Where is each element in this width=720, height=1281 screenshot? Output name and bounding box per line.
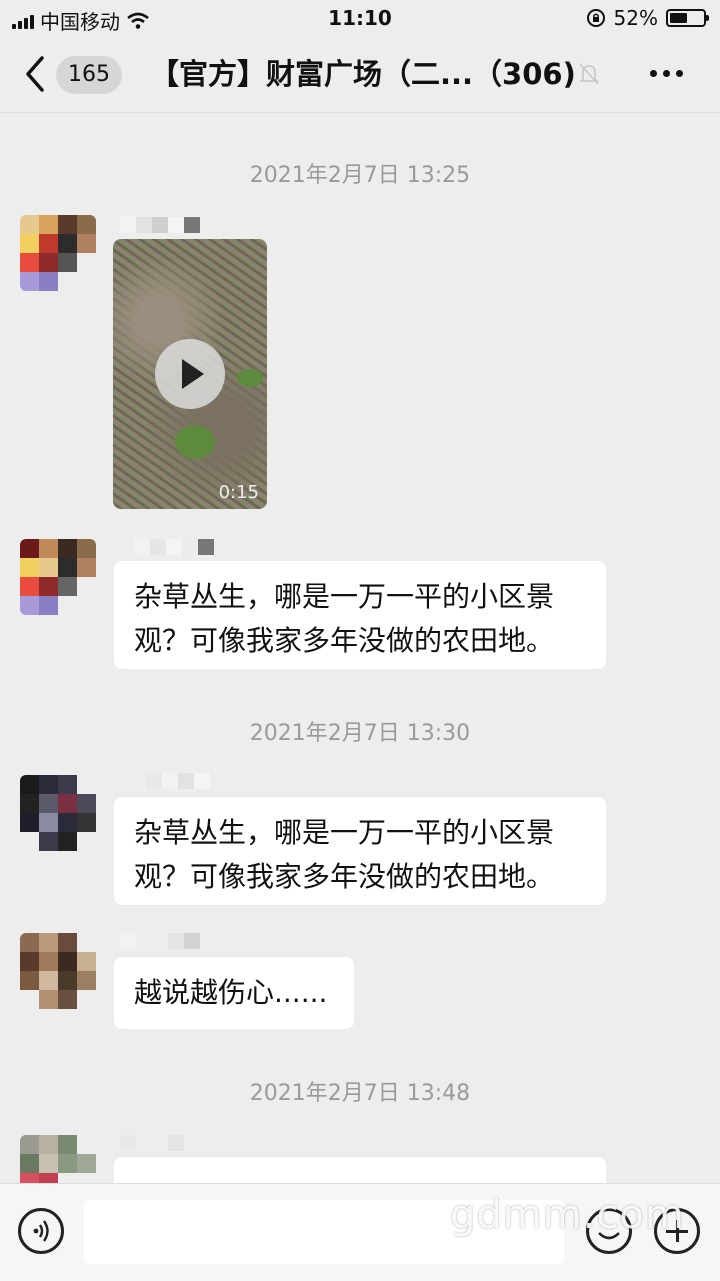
back-arrow-icon[interactable] — [20, 52, 60, 96]
more-options-icon[interactable] — [650, 70, 683, 77]
message-bubble[interactable]: 杂草丛生，哪是一万一平的小区景观？可像我家多年没做的农田地。 — [114, 797, 606, 905]
play-icon[interactable] — [155, 339, 225, 409]
sender-name-redacted — [134, 539, 214, 557]
message-bubble[interactable]: 越说越伤心...... — [114, 957, 354, 1029]
status-bar: 中国移动 11:10 52% — [0, 0, 720, 36]
sender-name-redacted — [120, 1135, 184, 1153]
battery-fill — [670, 13, 687, 23]
chat-header: 165 【官方】财富广场（二...（306) — [0, 36, 720, 113]
avatar[interactable] — [20, 539, 96, 615]
avatar[interactable] — [20, 1135, 96, 1183]
voice-input-icon[interactable] — [18, 1208, 64, 1254]
chat-title: 【官方】财富广场（二...（306) — [150, 57, 576, 91]
message-timestamp: 2021年2月7日 13:48 — [249, 1081, 471, 1106]
message-bubble[interactable]: 杂草丛生，哪是一万一平的小区景观？可像我家多年没做的农田地。 — [114, 561, 606, 669]
sender-name-redacted — [120, 933, 200, 951]
weed-image — [175, 425, 215, 459]
status-right: 52% — [586, 6, 709, 30]
voice-waves — [33, 1220, 49, 1242]
orientation-lock-icon — [586, 9, 605, 27]
battery-icon — [666, 9, 709, 27]
video-message[interactable]: 0:15 — [113, 239, 267, 509]
message-bubble-partial[interactable] — [114, 1157, 606, 1183]
sender-name-redacted — [146, 773, 210, 791]
muted-bell-icon — [579, 63, 599, 85]
message-timestamp: 2021年2月7日 13:30 — [249, 721, 471, 746]
avatar[interactable] — [20, 215, 96, 291]
watermark: gdmm.com — [450, 1192, 685, 1238]
message-list[interactable]: 2021年2月7日 13:25 0:15 杂草丛生，哪是一万一平的小区景观？可像… — [0, 113, 720, 1183]
message-timestamp: 2021年2月7日 13:25 — [249, 163, 471, 188]
sender-name-redacted — [120, 217, 200, 235]
avatar[interactable] — [20, 775, 96, 851]
weed-image — [237, 369, 263, 387]
unread-count-badge[interactable]: 165 — [56, 56, 122, 94]
battery-percent: 52% — [613, 6, 658, 30]
avatar[interactable] — [20, 933, 96, 1009]
video-duration: 0:15 — [218, 482, 259, 503]
